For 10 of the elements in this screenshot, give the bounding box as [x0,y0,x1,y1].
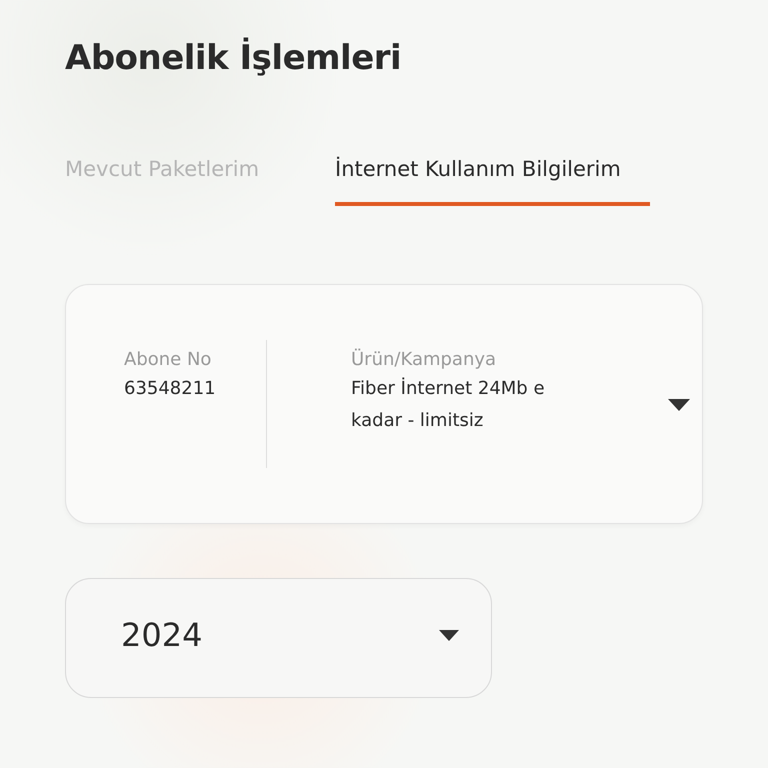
page-title: Abonelik İşlemleri [65,38,402,78]
caret-icon [668,399,690,411]
caret-icon [439,630,459,640]
subscriber-label: Abone No [124,348,212,372]
product-label: Ürün/Kampanya [351,348,498,372]
tab[interactable]: İnternet Kullanım Bilgilerim [335,150,650,206]
product-value: Fiber İnternet 24Mb e kadar - limitsiz [351,376,546,433]
subscription-card[interactable]: Abone No 63548211 Ürün/Kampanya Fiber İnternet 24Mb e kadar - limitsiz [65,284,703,524]
subscriber-number: 63548211 [124,377,217,401]
year-dropdown[interactable]: 2024 [65,578,492,698]
